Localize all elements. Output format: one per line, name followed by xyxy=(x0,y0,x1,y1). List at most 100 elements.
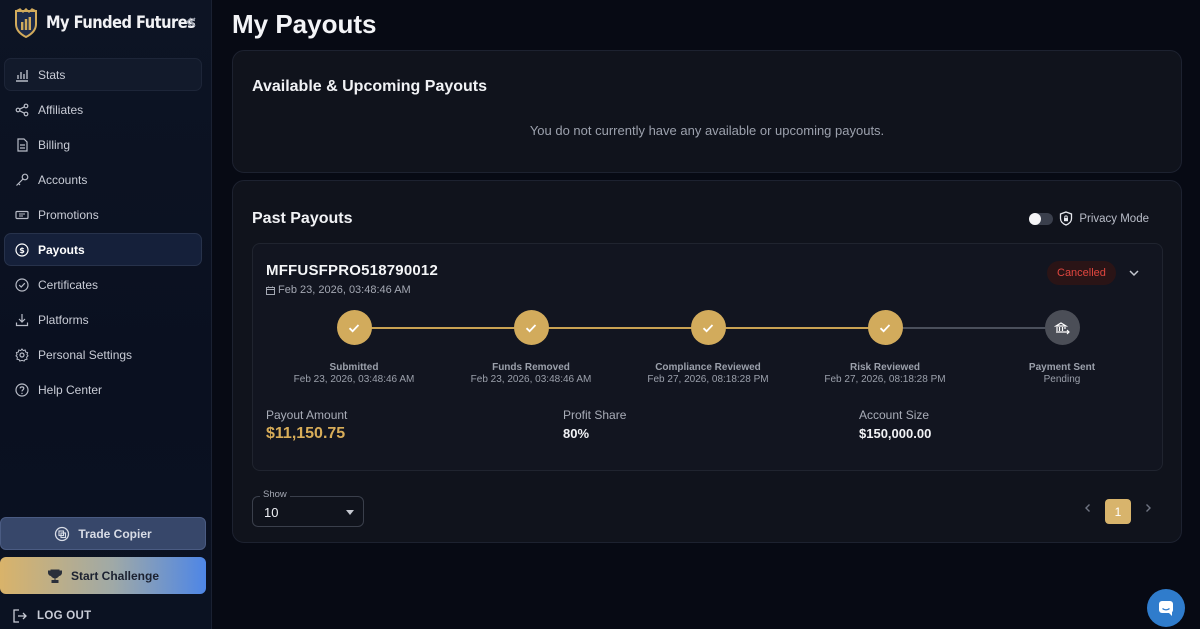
pagination-page-button[interactable]: 1 xyxy=(1105,499,1131,524)
account-size-value: $150,000.00 xyxy=(859,426,932,441)
trade-copier-label: Trade Copier xyxy=(78,526,152,541)
calendar-icon xyxy=(266,286,275,295)
sidebar-nav: Stats Affiliates Billing Accounts Promot… xyxy=(4,58,202,408)
account-size-label: Account Size xyxy=(859,408,930,422)
profit-share-stat: Profit Share 80% xyxy=(563,408,626,441)
gear-icon xyxy=(15,347,29,362)
payout-date-text: Feb 23, 2026, 03:48:46 AM xyxy=(278,284,411,296)
payout-date: Feb 23, 2026, 03:48:46 AM xyxy=(266,284,411,296)
brand-name: My Funded Futures xyxy=(46,13,196,33)
ticket-icon xyxy=(15,210,29,219)
sidebar-item-payouts[interactable]: $ Payouts xyxy=(4,233,202,266)
timeline-step: Compliance Reviewed Feb 27, 2026, 08:18:… xyxy=(628,310,788,385)
sidebar-item-affiliates[interactable]: Affiliates xyxy=(4,93,202,126)
account-size-stat: Account Size $150,000.00 xyxy=(859,408,931,441)
sidebar-item-certificates[interactable]: Certificates xyxy=(4,268,202,301)
logout-icon xyxy=(13,609,27,623)
rows-per-page-select[interactable]: Show 10 xyxy=(252,489,364,527)
step-label: Submitted xyxy=(329,362,379,373)
check-icon xyxy=(702,323,714,332)
lock-shield-icon xyxy=(1060,211,1073,226)
share-icon xyxy=(15,103,29,116)
rows-per-page-value: 10 xyxy=(264,505,279,520)
payout-amount-value: $11,150.75 xyxy=(266,425,346,442)
step-label: Compliance Reviewed xyxy=(655,362,761,373)
logout-label: LOG OUT xyxy=(37,610,92,622)
chevron-down-icon[interactable] xyxy=(1127,266,1141,280)
sidebar-item-label: Certificates xyxy=(38,277,99,292)
privacy-mode-label: Privacy Mode xyxy=(1079,212,1149,225)
sidebar-item-billing[interactable]: Billing xyxy=(4,128,202,161)
document-icon xyxy=(17,137,28,152)
step-complete-circle xyxy=(336,310,372,345)
step-date: Feb 23, 2026, 03:48:46 AM xyxy=(470,374,592,385)
check-icon xyxy=(348,323,360,332)
sidebar-item-accounts[interactable]: Accounts xyxy=(4,163,202,196)
download-icon xyxy=(15,313,29,326)
sidebar-item-promotions[interactable]: Promotions xyxy=(4,198,202,231)
status-badge: Cancelled xyxy=(1047,261,1116,285)
sidebar: My Funded Futures Stats Affiliates Billi… xyxy=(0,0,212,629)
copy-sync-icon xyxy=(55,526,70,541)
bank-transfer-icon xyxy=(1054,321,1070,334)
payout-item: MFFUSFPRO518790012 Feb 23, 2026, 03:48:4… xyxy=(252,243,1163,471)
page-title: My Payouts xyxy=(232,9,377,39)
key-icon xyxy=(16,173,29,186)
step-label: Payment Sent xyxy=(1028,362,1096,373)
profit-share-label: Profit Share xyxy=(563,408,627,422)
step-label: Funds Removed xyxy=(492,362,570,373)
sidebar-item-label: Help Center xyxy=(38,382,103,397)
timeline-step: Submitted Feb 23, 2026, 03:48:46 AM xyxy=(274,310,434,385)
sidebar-item-platforms[interactable]: Platforms xyxy=(4,303,202,336)
sidebar-item-label: Affiliates xyxy=(38,102,84,117)
support-chat-button[interactable] xyxy=(1147,589,1185,627)
check-icon xyxy=(525,323,537,332)
shield-logo-icon xyxy=(15,8,37,38)
sidebar-item-personal-settings[interactable]: Personal Settings xyxy=(4,338,202,371)
step-date: Pending xyxy=(1043,374,1081,385)
step-complete-circle xyxy=(867,310,903,345)
dollar-circle-icon: $ xyxy=(15,242,29,257)
timeline-step: Funds Removed Feb 23, 2026, 03:48:46 AM xyxy=(451,310,611,385)
trophy-icon xyxy=(47,569,62,583)
sidebar-item-label: Personal Settings xyxy=(38,347,133,362)
step-date: Feb 27, 2026, 08:18:28 PM xyxy=(824,374,946,385)
trade-copier-button[interactable]: Trade Copier xyxy=(0,517,206,550)
payout-id: MFFUSFPRO518790012 xyxy=(266,262,439,279)
privacy-mode: Privacy Mode xyxy=(1029,211,1149,226)
svg-text:$: $ xyxy=(19,246,25,255)
help-circle-icon xyxy=(15,382,29,397)
profit-share-value: 80% xyxy=(563,426,590,441)
check-icon xyxy=(879,323,891,332)
payout-timeline: Submitted Feb 23, 2026, 03:48:46 AM Fund… xyxy=(253,310,1162,390)
step-complete-circle xyxy=(690,310,726,345)
payout-amount-label: Payout Amount xyxy=(266,408,348,422)
step-date: Feb 27, 2026, 08:18:28 PM xyxy=(647,374,769,385)
sidebar-item-label: Billing xyxy=(38,137,71,152)
sidebar-item-help-center[interactable]: Help Center xyxy=(4,373,202,406)
sidebar-item-stats[interactable]: Stats xyxy=(4,58,202,91)
rows-per-page-label: Show xyxy=(260,489,290,500)
sidebar-item-label: Accounts xyxy=(38,172,88,187)
chat-icon xyxy=(1159,601,1173,616)
past-payouts-title: Past Payouts xyxy=(252,210,353,227)
start-challenge-label: Start Challenge xyxy=(70,568,160,583)
upcoming-empty-message: You do not currently have any available … xyxy=(529,123,885,138)
sidebar-item-label: Stats xyxy=(38,67,66,82)
caret-down-icon xyxy=(346,510,354,515)
sidebar-item-label: Payouts xyxy=(38,242,85,257)
chevron-right-icon[interactable] xyxy=(1141,501,1155,515)
start-challenge-button[interactable]: Start Challenge xyxy=(0,557,206,594)
sidebar-item-label: Platforms xyxy=(38,312,89,327)
collapse-sidebar-icon[interactable] xyxy=(184,15,198,29)
check-circle-icon xyxy=(15,277,29,292)
timeline-step: Risk Reviewed Feb 27, 2026, 08:18:28 PM xyxy=(805,310,965,385)
privacy-mode-toggle[interactable] xyxy=(1029,212,1054,225)
payout-amount-stat: Payout Amount $11,150.75 xyxy=(266,408,347,443)
chevron-left-icon[interactable] xyxy=(1081,501,1095,515)
step-complete-circle xyxy=(513,310,549,345)
past-payouts-card: Past Payouts Privacy Mode MFFUSFPRO51879… xyxy=(232,180,1182,543)
upcoming-payouts-card: Available & Upcoming Payouts You do not … xyxy=(232,50,1182,173)
sidebar-item-label: Promotions xyxy=(38,207,99,222)
logout-button[interactable]: LOG OUT xyxy=(12,608,92,624)
